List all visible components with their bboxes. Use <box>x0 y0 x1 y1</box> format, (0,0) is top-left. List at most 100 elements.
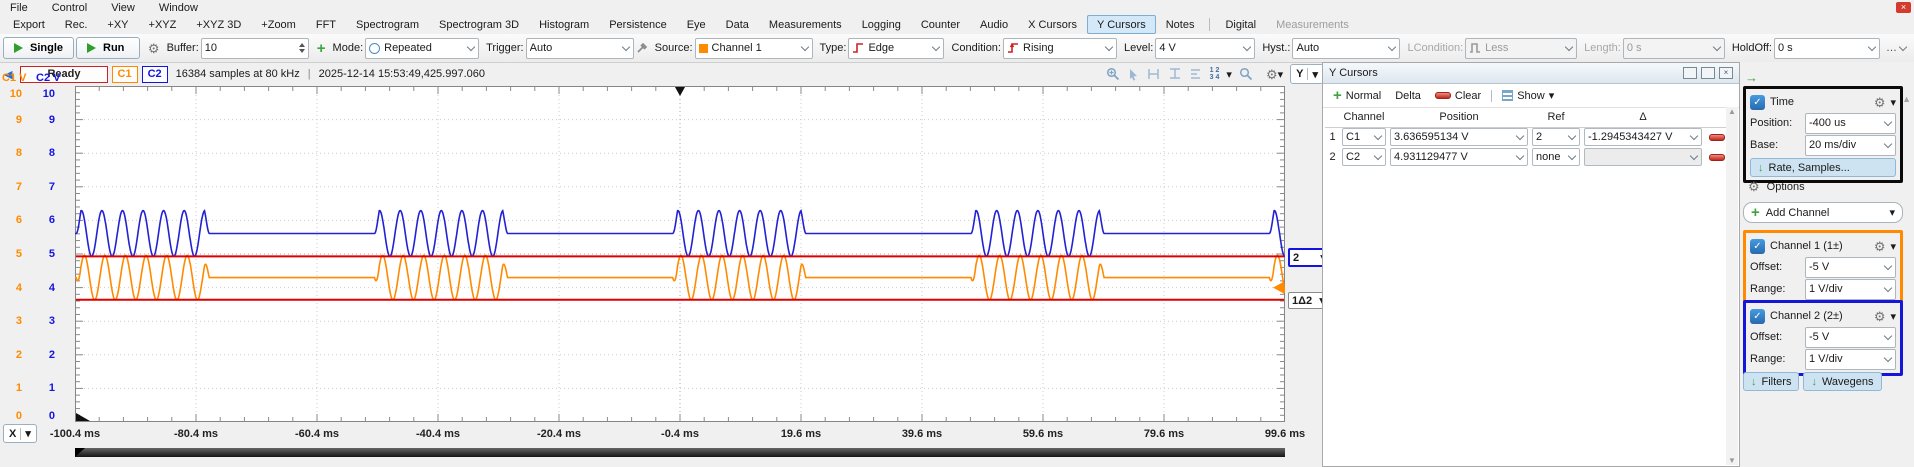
time-base-select[interactable]: 20 ms/div <box>1805 135 1896 156</box>
pointer-icon[interactable] <box>1127 68 1140 81</box>
cursor2-channel[interactable]: C2 <box>1342 148 1386 166</box>
tab-spectrogram-3d[interactable]: Spectrogram 3D <box>429 15 529 34</box>
channel1-range-select[interactable]: 1 V/div <box>1805 279 1896 300</box>
v-measure-icon[interactable] <box>1168 67 1182 81</box>
add-delta-cursor-button[interactable]: Delta <box>1391 90 1425 102</box>
condition-select[interactable]: Rising <box>1003 38 1117 59</box>
acquisition-gear-icon[interactable]: ⚙ <box>148 42 160 55</box>
time-checkbox[interactable]: ✓ <box>1750 95 1765 110</box>
zoom-in-icon[interactable] <box>1106 67 1120 81</box>
tab-zoom[interactable]: +Zoom <box>251 15 306 34</box>
channel2-badge[interactable]: C2 <box>142 66 168 83</box>
tab-x-cursors[interactable]: X Cursors <box>1018 15 1087 34</box>
cursor1-ref[interactable]: 2 <box>1532 128 1580 146</box>
tab-persistence[interactable]: Persistence <box>599 15 676 34</box>
panel-close-icon[interactable]: × <box>1719 67 1733 79</box>
tab-y-cursors[interactable]: Y Cursors <box>1087 15 1156 34</box>
add-normal-cursor-button[interactable]: + Normal <box>1329 89 1385 102</box>
plot-settings-button[interactable]: ⚙▾ <box>1260 68 1283 81</box>
tab-spectrogram[interactable]: Spectrogram <box>346 15 429 34</box>
x-scale-button[interactable]: X ▾ <box>3 424 37 443</box>
tab-counter[interactable]: Counter <box>911 15 970 34</box>
tab-logging[interactable]: Logging <box>852 15 911 34</box>
panel-scrollbar[interactable]: ▲ ▼ <box>1726 107 1738 465</box>
run-button[interactable]: Run <box>76 37 140 59</box>
channels-1234-icon[interactable]: 1 23 4 <box>1210 67 1220 81</box>
level-select[interactable]: 4 V <box>1155 38 1255 59</box>
filters-button[interactable]: ↓ Filters <box>1743 372 1799 391</box>
float-icon[interactable] <box>1683 67 1697 79</box>
tab-measurements[interactable]: Measurements <box>759 15 852 34</box>
channel1-offset-select[interactable]: -5 V <box>1805 257 1896 278</box>
holdoff-select[interactable]: 0 s <box>1774 38 1880 59</box>
add-icon[interactable]: + <box>317 42 326 55</box>
trigger-select[interactable]: Auto <box>526 38 634 59</box>
tab-xy[interactable]: +XY <box>97 15 138 34</box>
waveform-plot[interactable] <box>75 86 1285 422</box>
tab-xyz-3d[interactable]: +XYZ 3D <box>186 15 251 34</box>
buffer-spinner[interactable]: 10 <box>201 38 309 59</box>
channel2-offset-select[interactable]: -5 V <box>1805 327 1896 348</box>
mode-select[interactable]: Repeated <box>365 38 479 59</box>
cursor1-channel[interactable]: C1 <box>1342 128 1386 146</box>
options-button[interactable]: ⚙ Options <box>1748 180 1805 193</box>
clear-cursors-button[interactable]: Clear <box>1431 90 1485 102</box>
menu-window[interactable]: Window <box>159 2 198 14</box>
tab-data[interactable]: Data <box>716 15 759 34</box>
close-icon[interactable]: × <box>1896 2 1911 13</box>
levels-icon[interactable] <box>1189 67 1203 81</box>
cursor2-delta[interactable] <box>1584 148 1702 166</box>
chevron-down-icon <box>1568 153 1576 161</box>
channel1-checkbox[interactable]: ✓ <box>1750 239 1765 254</box>
c2-tick-6: 6 <box>33 214 55 226</box>
tab-export[interactable]: Export <box>3 15 55 34</box>
tab-audio[interactable]: Audio <box>970 15 1018 34</box>
y-scale-button[interactable]: Y▾ <box>1290 64 1324 84</box>
cursor2-ref[interactable]: none <box>1532 148 1580 166</box>
tab-measurements-disabled[interactable]: Measurements <box>1266 15 1359 34</box>
chevron-down-icon <box>1516 133 1524 141</box>
collapse-arrow-icon[interactable]: → <box>1745 70 1758 85</box>
tab-fft[interactable]: FFT <box>306 15 346 34</box>
zoom-icon[interactable] <box>1239 67 1253 81</box>
tab-digital[interactable]: Digital <box>1215 15 1266 34</box>
add-channel-button[interactable]: + Add Channel ▾ <box>1743 202 1903 223</box>
rate-samples-button[interactable]: ↓ Rate, Samples... <box>1750 158 1896 177</box>
spinner-down-icon[interactable] <box>299 49 305 53</box>
toolbar-caret-icon[interactable]: ▾ <box>1226 68 1232 81</box>
wavegens-button[interactable]: ↓ Wavegens <box>1803 372 1881 391</box>
channel1-badge[interactable]: C1 <box>112 66 138 83</box>
type-select[interactable]: Edge <box>848 38 944 59</box>
channel2-checkbox[interactable]: ✓ <box>1750 309 1765 324</box>
gear-icon[interactable]: ⚙ <box>1874 310 1886 323</box>
length-select[interactable]: 0 s <box>1623 38 1725 59</box>
menu-view[interactable]: View <box>111 2 135 14</box>
cursor1-position[interactable]: 3.636595134 V <box>1390 128 1528 146</box>
scroll-up-icon[interactable]: ▲ <box>1728 107 1736 116</box>
scroll-up-icon[interactable]: ▲ <box>1902 94 1911 104</box>
lcondition-select[interactable]: Less <box>1465 38 1577 59</box>
time-position-select[interactable]: -400 us <box>1805 113 1896 134</box>
gear-icon[interactable]: ⚙ <box>1874 240 1886 253</box>
tab-xyz[interactable]: +XYZ <box>139 15 187 34</box>
tab-histogram[interactable]: Histogram <box>529 15 599 34</box>
spinner-up-icon[interactable] <box>299 43 305 47</box>
menu-control[interactable]: Control <box>52 2 87 14</box>
cursor2-position[interactable]: 4.931129477 V <box>1390 148 1528 166</box>
buffer-position-bar[interactable] <box>75 448 1285 457</box>
menu-file[interactable]: File <box>10 2 28 14</box>
dock-icon[interactable] <box>1701 67 1715 79</box>
single-button[interactable]: Single <box>3 37 74 59</box>
more-options-button[interactable]: … <box>1882 42 1911 54</box>
show-menu-button[interactable]: Show ▾ <box>1498 89 1558 102</box>
tab-rec[interactable]: Rec. <box>55 15 98 34</box>
channel2-range-select[interactable]: 1 V/div <box>1805 349 1896 370</box>
tab-notes[interactable]: Notes <box>1156 15 1205 34</box>
scroll-down-icon[interactable]: ▼ <box>1728 456 1736 465</box>
h-measure-icon[interactable] <box>1147 67 1161 81</box>
gear-icon[interactable]: ⚙ <box>1874 96 1886 109</box>
tab-eye[interactable]: Eye <box>677 15 716 34</box>
cursor1-delta[interactable]: -1.2945343427 V <box>1584 128 1702 146</box>
source-select[interactable]: Channel 1 <box>695 38 813 59</box>
hyst-select[interactable]: Auto <box>1292 38 1400 59</box>
